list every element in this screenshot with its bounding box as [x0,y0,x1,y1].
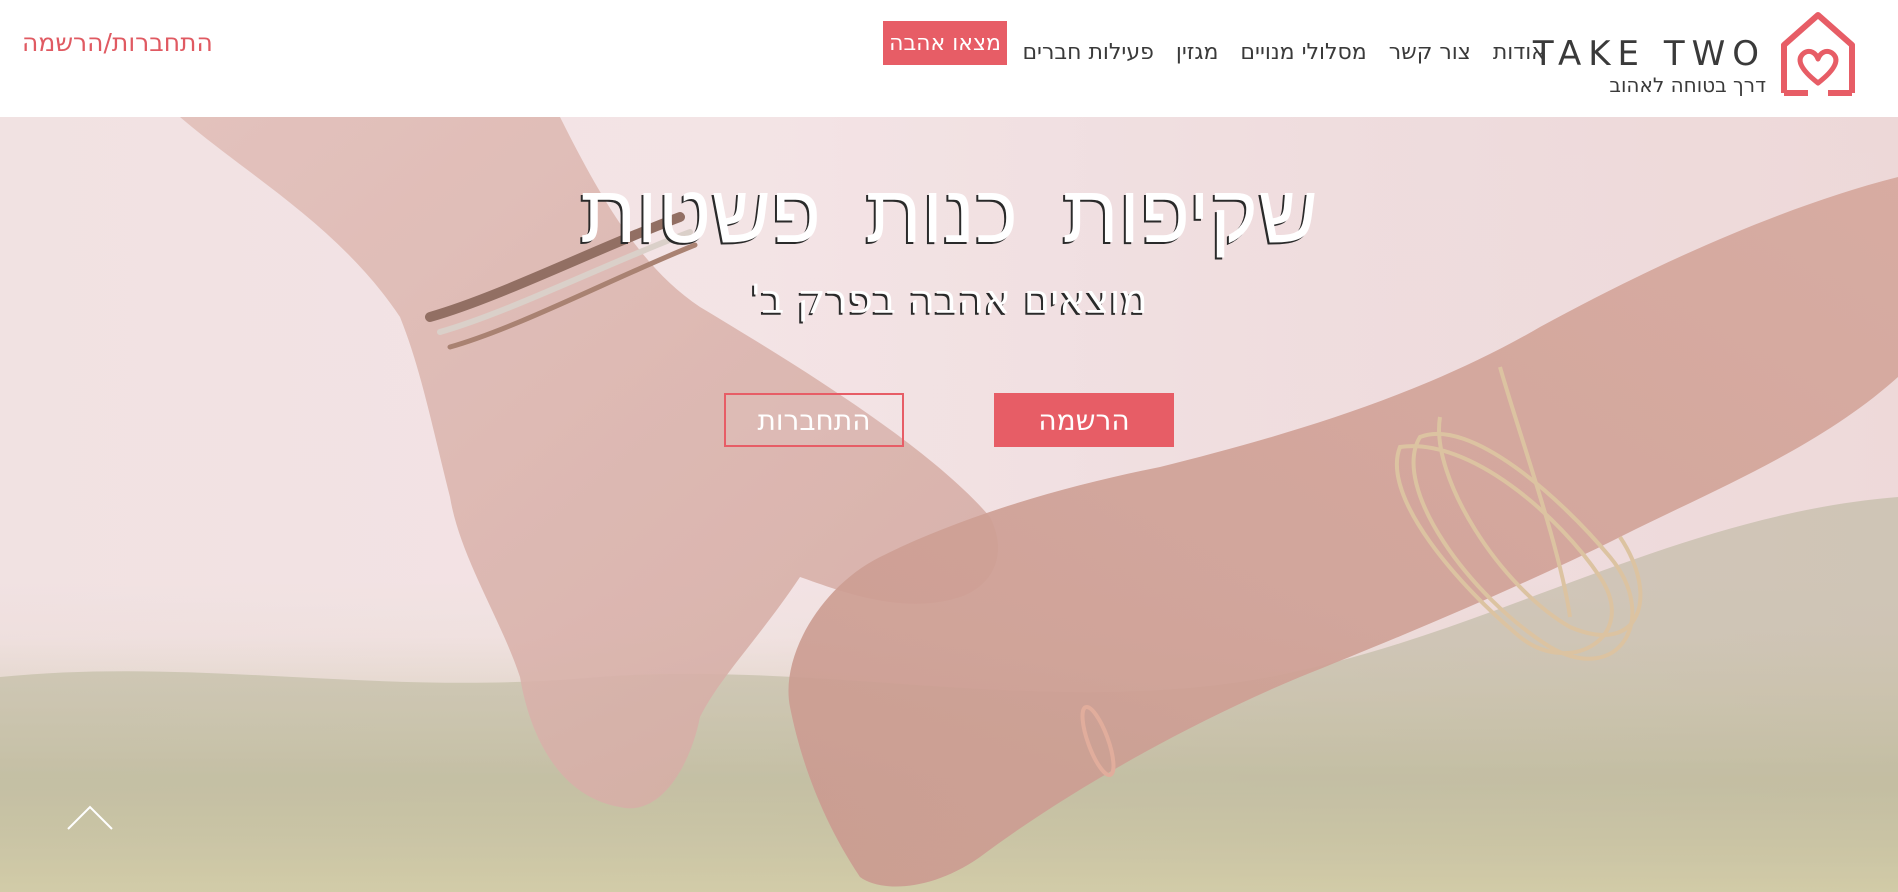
hero-subtitle: מוצאים אהבה בפרק ב' [750,277,1148,323]
login-button[interactable]: התחברות [724,393,904,447]
logo-title: TAKE TWO [1532,34,1766,74]
logo-tagline: דרך בטוחה לאהוב [1609,73,1766,97]
register-button[interactable]: הרשמה [994,393,1174,447]
house-heart-icon [1781,12,1855,96]
site-logo[interactable]: TAKE TWO דרך בטוחה לאהוב [1533,9,1858,99]
find-love-button[interactable]: מצאו אהבה [883,21,1007,65]
hero-title: שקיפות כנות פשטות [579,167,1319,262]
nav-item-member-activity[interactable]: פעילות חברים [1022,40,1153,65]
nav-item-contact[interactable]: צור קשר [1389,40,1471,65]
main-nav: אודות צור קשר מסלולי מנויים מגזין פעילות… [1022,40,1546,65]
site-header: התחברות/הרשמה מצאו אהבה אודות צור קשר מס… [0,0,1898,117]
nav-item-magazine[interactable]: מגזין [1176,40,1219,65]
chevron-up-icon[interactable] [66,803,114,833]
logo-text: TAKE TWO דרך בטוחה לאהוב [1533,35,1766,97]
login-register-link[interactable]: התחברות/הרשמה [22,28,213,57]
nav-item-subscriptions[interactable]: מסלולי מנויים [1240,40,1366,65]
hero-section: שקיפות כנות פשטות מוצאים אהבה בפרק ב' הר… [0,117,1898,892]
